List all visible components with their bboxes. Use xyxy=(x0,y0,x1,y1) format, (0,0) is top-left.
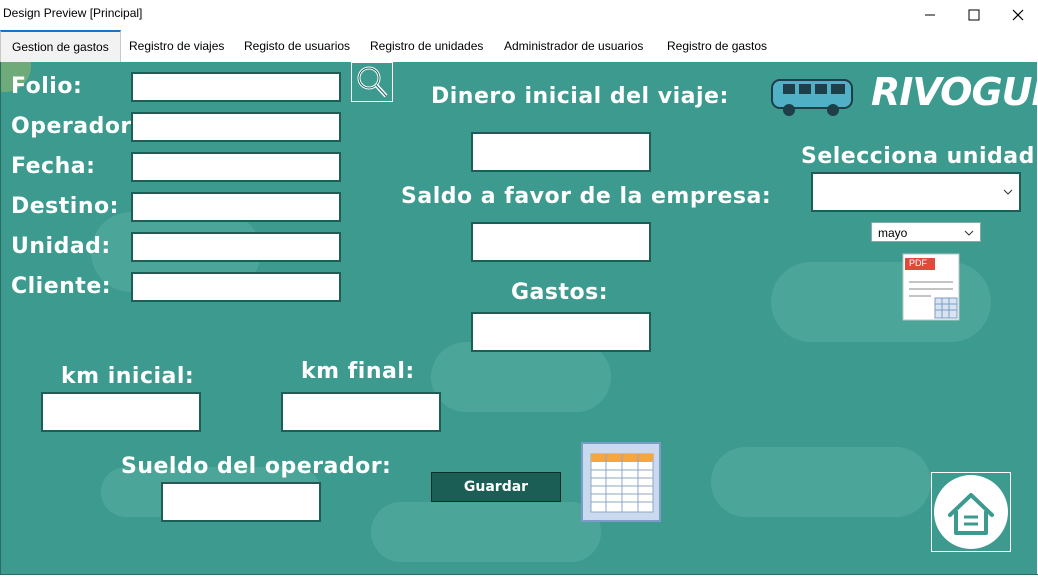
tab-strip: Gestion de gastos Registro de viajes Reg… xyxy=(0,30,1038,63)
tab-registo-de-usuarios[interactable]: Registo de usuarios xyxy=(244,32,350,61)
month-select[interactable]: mayo xyxy=(871,222,981,242)
chevron-down-icon xyxy=(1003,189,1013,195)
dinero-inicial-input[interactable] xyxy=(471,132,651,172)
sueldo-label: Sueldo del operador: xyxy=(121,454,392,479)
chevron-down-icon xyxy=(964,230,974,236)
van-icon xyxy=(771,79,853,116)
destino-label: Destino: xyxy=(11,194,119,219)
search-button[interactable] xyxy=(351,62,393,102)
brand-logo-text: RIVOGUE xyxy=(871,70,1037,114)
fecha-input[interactable] xyxy=(131,152,341,182)
saldo-label: Saldo a favor de la empresa: xyxy=(401,184,772,209)
maximize-icon xyxy=(968,9,980,21)
cloud-decoration xyxy=(431,342,611,412)
maximize-button[interactable] xyxy=(951,0,997,30)
window-bottom-border xyxy=(0,574,1038,579)
home-button[interactable] xyxy=(931,472,1011,552)
minimize-icon xyxy=(925,14,935,16)
tab-gestion-de-gastos[interactable]: Gestion de gastos xyxy=(0,30,121,63)
close-button[interactable] xyxy=(995,0,1038,30)
window-titlebar: Design Preview [Principal] xyxy=(0,0,1038,30)
saldo-input[interactable] xyxy=(471,222,651,262)
km-final-input[interactable] xyxy=(281,392,441,432)
tab-registro-de-viajes[interactable]: Registro de viajes xyxy=(129,32,224,61)
folio-input[interactable] xyxy=(131,72,341,102)
dinero-inicial-label: Dinero inicial del viaje: xyxy=(431,84,729,109)
cliente-label: Cliente: xyxy=(11,274,112,299)
unidad-label: Unidad: xyxy=(11,234,111,259)
cliente-input[interactable] xyxy=(131,272,341,302)
operador-label: Operador: xyxy=(11,114,142,139)
pdf-label: PDF xyxy=(909,258,927,268)
tab-administrador-de-usuarios[interactable]: Administrador de usuarios xyxy=(504,32,643,61)
fecha-label: Fecha: xyxy=(11,154,96,179)
month-select-value: mayo xyxy=(878,226,908,240)
km-inicial-input[interactable] xyxy=(41,392,201,432)
tab-registro-de-gastos[interactable]: Registro de gastos xyxy=(667,32,767,61)
unidad-select[interactable] xyxy=(811,172,1021,212)
km-final-label: km final: xyxy=(301,359,415,384)
window-title: Design Preview [Principal] xyxy=(3,6,143,20)
pdf-export-button[interactable]: PDF xyxy=(901,252,961,322)
gastos-label: Gastos: xyxy=(511,280,609,305)
cloud-decoration xyxy=(711,447,931,517)
folio-label: Folio: xyxy=(11,74,83,99)
close-icon xyxy=(1012,9,1024,21)
minimize-button[interactable] xyxy=(907,0,953,30)
gastos-input[interactable] xyxy=(471,312,651,352)
search-icon xyxy=(357,66,388,98)
km-inicial-label: km inicial: xyxy=(61,364,195,389)
destino-input[interactable] xyxy=(131,192,341,222)
unidad-input[interactable] xyxy=(131,232,341,262)
sueldo-input[interactable] xyxy=(161,482,321,522)
cloud-decoration xyxy=(371,502,601,562)
home-icon xyxy=(934,475,1008,549)
spreadsheet-button[interactable] xyxy=(581,442,661,522)
spreadsheet-icon xyxy=(590,453,654,513)
main-panel: Folio: Operador: Fecha: Destino: Unidad:… xyxy=(0,62,1037,574)
operador-input[interactable] xyxy=(131,112,341,142)
guardar-button[interactable]: Guardar xyxy=(431,472,561,502)
tab-registro-de-unidades[interactable]: Registro de unidades xyxy=(370,32,483,61)
selecciona-unidad-label: Selecciona unidad: xyxy=(801,144,1037,169)
